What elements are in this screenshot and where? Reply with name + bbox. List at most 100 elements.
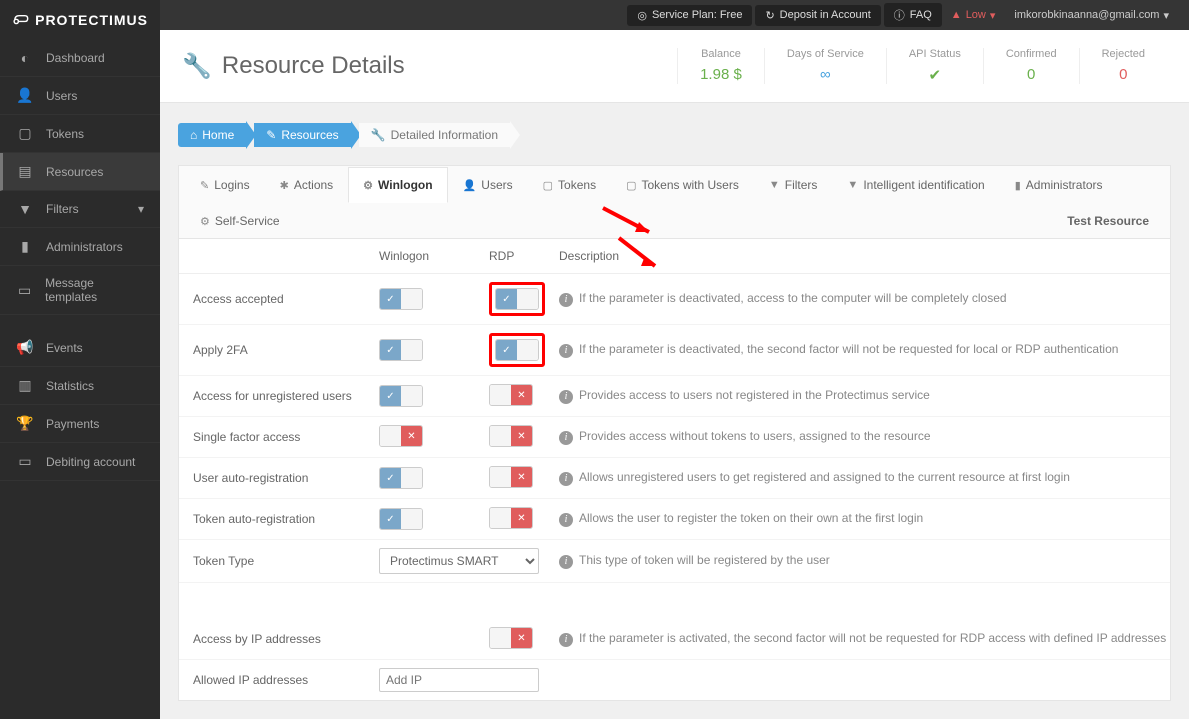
toggle[interactable]: ✓ <box>495 288 539 310</box>
setting-row: Token auto-registration ✓ ✕ iAllows the … <box>179 499 1170 540</box>
sidebar-item-statistics[interactable]: ▥Statistics <box>0 367 160 405</box>
sidebar-item-filters[interactable]: ▼Filters▾ <box>0 191 160 228</box>
sidebar-item-events[interactable]: 📢 Events <box>0 329 160 367</box>
toggle[interactable]: ✓ <box>379 288 423 310</box>
kpi-confirmed: Confirmed0 <box>983 48 1079 84</box>
toggle[interactable]: ✕ <box>489 466 533 488</box>
tab-self-service[interactable]: ⚙Self-Service <box>185 203 295 239</box>
breadcrumb-home[interactable]: ⌂Home <box>178 123 246 147</box>
sidebar-item-payments[interactable]: 🏆Payments <box>0 405 160 443</box>
sidebar-item-message-templates[interactable]: ▭Message templates <box>0 266 160 315</box>
security-level-link[interactable]: ▲Low▾ <box>945 9 1002 22</box>
sidebar-item-label: Dashboard <box>46 51 105 65</box>
info-icon: ⓘ <box>894 7 905 23</box>
kpi-days-of-service: Days of Service∞ <box>764 48 886 84</box>
tab-tokens-with-users[interactable]: ▢Tokens with Users <box>611 167 754 203</box>
user-icon: ▲ <box>951 9 962 21</box>
bullhorn-icon: 📢 <box>16 339 34 356</box>
col-rdp: RDP <box>489 249 559 263</box>
tab-intelligent-identification[interactable]: ▼Intelligent identification <box>832 167 999 203</box>
toggle[interactable]: ✕ <box>379 425 423 447</box>
info-icon: i <box>559 431 573 445</box>
sidebar-item-label: Debiting account <box>46 455 135 469</box>
kpi-bar: Balance1.98 $Days of Service∞API Status✔… <box>677 48 1167 84</box>
toggle[interactable]: ✕ <box>489 425 533 447</box>
breadcrumb-current: 🔧Detailed Information <box>359 123 510 147</box>
tab-tokens[interactable]: ▢Tokens <box>528 167 611 203</box>
tab-icon: ▢ <box>626 179 636 192</box>
sidebar-item-resources[interactable]: ▤ Resources <box>0 153 160 191</box>
kpi-rejected: Rejected0 <box>1079 48 1167 84</box>
toggle[interactable]: ✓ <box>379 339 423 361</box>
col-description: Description <box>559 249 1156 263</box>
filter-icon: ▼ <box>16 201 34 217</box>
logo-icon <box>12 10 29 30</box>
toggle[interactable]: ✓ <box>495 339 539 361</box>
token-type-select[interactable]: Protectimus SMART <box>379 548 539 574</box>
sidebar-item-dashboard[interactable]: ◐ Dashboard <box>0 40 160 77</box>
tab-logins[interactable]: ✎Logins <box>185 167 265 203</box>
setting-row: Apply 2FA ✓ ✓ iIf the parameter is deact… <box>179 325 1170 376</box>
deposit-button[interactable]: ↻Deposit in Account <box>755 5 880 26</box>
tab-icon: ▮ <box>1015 179 1021 192</box>
breadcrumb: ⌂Home ✎Resources 🔧Detailed Information <box>178 121 1171 149</box>
info-icon: i <box>559 555 573 569</box>
tab-icon: ⚙ <box>363 179 373 192</box>
tab-icon: ▼ <box>769 179 780 191</box>
tab-actions[interactable]: ✱Actions <box>265 167 349 203</box>
user-icon: 👤 <box>16 87 34 104</box>
bars-icon: ▮ <box>16 238 34 255</box>
allowed-ip-row: Allowed IP addresses <box>179 660 1170 700</box>
info-icon: i <box>559 513 573 527</box>
toggle[interactable]: ✓ <box>379 467 423 489</box>
toggle[interactable]: ✓ <box>379 508 423 530</box>
layers-icon: ▤ <box>16 163 34 180</box>
info-icon: i <box>559 293 573 307</box>
toggle[interactable]: ✕ <box>489 507 533 529</box>
tab-users[interactable]: 👤Users <box>448 167 528 203</box>
sidebar-item-administrators[interactable]: ▮ Administrators <box>0 228 160 266</box>
page-title: 🔧 Resource Details <box>182 52 405 81</box>
tab-administrators[interactable]: ▮Administrators <box>1000 167 1118 203</box>
sidebar-item-label: Resources <box>46 165 103 179</box>
sidebar-item-tokens[interactable]: ▢ Tokens <box>0 115 160 153</box>
edit-icon: ✎ <box>266 128 276 142</box>
tachometer-icon: ◐ <box>16 50 34 66</box>
faq-button[interactable]: ⓘFAQ <box>884 3 942 27</box>
toggle[interactable]: ✓ <box>379 385 423 407</box>
home-icon: ⌂ <box>190 128 197 142</box>
setting-row: Single factor access ✕ ✕ iProvides acces… <box>179 417 1170 458</box>
table-header: Winlogon RDP Description <box>179 239 1170 274</box>
access-ip-toggle[interactable]: ✕ <box>489 627 533 649</box>
test-resource-link[interactable]: Test Resource <box>1052 203 1164 239</box>
sidebar-item-label: Administrators <box>46 240 123 254</box>
tab-icon: ✎ <box>200 179 209 192</box>
tab-winlogon[interactable]: ⚙Winlogon <box>348 167 447 203</box>
sidebar-item-label: Events <box>46 341 83 355</box>
sidebar-item-users[interactable]: 👤 Users <box>0 77 160 115</box>
sidebar-item-label: Tokens <box>46 127 84 141</box>
toggle[interactable]: ✕ <box>489 384 533 406</box>
add-ip-input[interactable] <box>379 668 539 692</box>
refresh-icon: ↻ <box>765 9 774 22</box>
tablet-icon: ▢ <box>16 125 34 142</box>
info-icon: i <box>559 633 573 647</box>
doc-icon: ▭ <box>16 282 33 299</box>
chart-icon: ▥ <box>16 377 34 394</box>
page-header: 🔧 Resource Details Balance1.98 $Days of … <box>160 30 1189 103</box>
breadcrumb-resources[interactable]: ✎Resources <box>254 123 350 147</box>
wrench-icon: 🔧 <box>371 128 386 142</box>
sidebar-item-debiting-account[interactable]: ▭Debiting account <box>0 443 160 481</box>
service-plan-button[interactable]: ◎Service Plan: Free <box>627 5 752 26</box>
service-icon: ◎ <box>637 9 647 22</box>
sidebar-item-label: Filters <box>46 202 79 216</box>
tab-filters[interactable]: ▼Filters <box>754 167 833 203</box>
brand-logo: PROTECTIMUS <box>0 0 160 40</box>
setting-row: User auto-registration ✓ ✕ iAllows unreg… <box>179 458 1170 499</box>
info-icon: i <box>559 344 573 358</box>
tab-icon: ▢ <box>543 179 553 192</box>
account-menu[interactable]: imkorobkinaanna@gmail.com▾ <box>1004 9 1179 22</box>
sidebar-item-label: Users <box>46 89 77 103</box>
tab-icon: ⚙ <box>200 215 210 228</box>
info-icon: i <box>559 390 573 404</box>
